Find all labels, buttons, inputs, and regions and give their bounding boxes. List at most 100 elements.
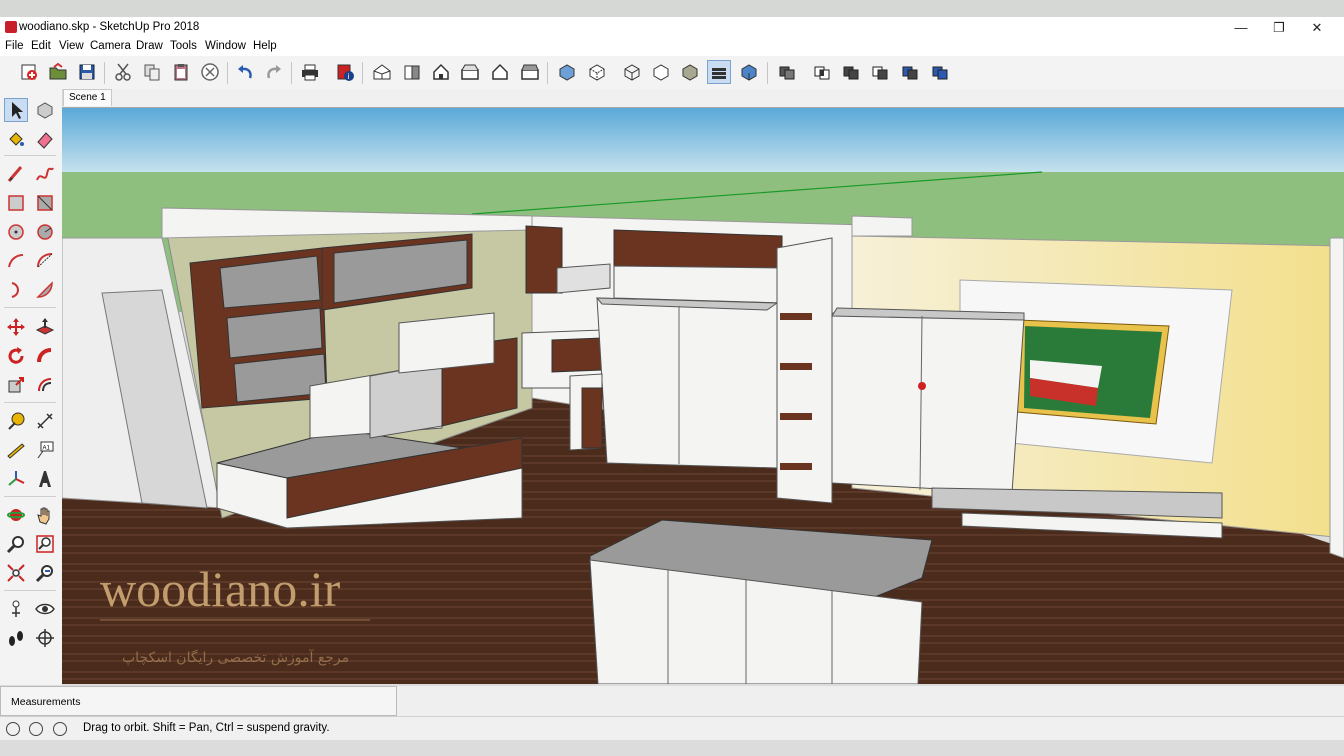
subtract-icon[interactable] [868, 60, 892, 84]
axes-icon[interactable] [4, 467, 28, 491]
outer-shell-icon[interactable] [775, 60, 799, 84]
push-pull-icon[interactable] [33, 315, 57, 339]
section-plane-icon[interactable] [33, 626, 57, 650]
model-info-icon[interactable]: i [333, 60, 357, 84]
trim-icon[interactable] [898, 60, 922, 84]
wireframe-icon[interactable] [620, 60, 644, 84]
union-icon[interactable] [839, 60, 863, 84]
menu-view[interactable]: View [59, 40, 84, 52]
two-point-arc-icon[interactable] [33, 249, 57, 273]
move-icon[interactable] [4, 315, 28, 339]
toolbar-separator [291, 62, 292, 84]
paint-bucket-icon[interactable] [4, 127, 28, 151]
zoom-window-icon[interactable] [33, 532, 57, 556]
menu-bar: File Edit View Camera Draw Tools Window … [0, 39, 1344, 56]
open-shelf [398, 312, 495, 374]
hidden-line-icon[interactable] [649, 60, 673, 84]
polygon-icon[interactable] [33, 220, 57, 244]
iso-view-icon[interactable] [370, 60, 394, 84]
cut-icon[interactable] [111, 60, 135, 84]
text-icon[interactable]: A1 [33, 438, 57, 462]
zoom-icon[interactable] [4, 532, 28, 556]
position-camera-icon[interactable] [4, 597, 28, 621]
make-component-icon[interactable] [33, 98, 57, 122]
open-icon[interactable] [46, 60, 70, 84]
pie-icon[interactable] [33, 278, 57, 302]
circle-icon[interactable] [4, 220, 28, 244]
front-view-icon[interactable] [429, 60, 453, 84]
restore-button[interactable]: ❐ [1262, 17, 1296, 39]
menu-draw[interactable]: Draw [136, 40, 163, 52]
watermark: woodiano.ir [100, 561, 341, 617]
redo-icon[interactable] [262, 60, 286, 84]
paste-icon[interactable] [169, 60, 193, 84]
window-title: woodiano.skp - SketchUp Pro 2018 [19, 21, 200, 33]
look-around-icon[interactable] [33, 597, 57, 621]
walk-icon[interactable] [4, 626, 28, 650]
orbit-icon[interactable] [4, 503, 28, 527]
right-view-icon[interactable] [458, 60, 482, 84]
undo-icon[interactable] [233, 60, 257, 84]
zoom-extents-icon[interactable] [4, 561, 28, 585]
three-point-arc-icon[interactable] [4, 278, 28, 302]
lower-back-drawers [551, 337, 603, 373]
menu-file[interactable]: File [5, 40, 24, 52]
toolbar-separator [227, 62, 228, 84]
split-icon[interactable] [928, 60, 952, 84]
geo-location-icon[interactable] [6, 722, 20, 736]
menu-help[interactable]: Help [253, 40, 277, 52]
toolbar-separator [767, 62, 768, 84]
shaded-icon[interactable] [678, 60, 702, 84]
follow-me-icon[interactable] [33, 344, 57, 368]
new-icon[interactable] [17, 60, 41, 84]
dimensions-icon[interactable] [33, 409, 57, 433]
toolbar-separator [104, 62, 105, 84]
menu-camera[interactable]: Camera [90, 40, 131, 52]
xray-icon[interactable] [555, 60, 579, 84]
arc-icon[interactable] [4, 249, 28, 273]
previous-view-icon[interactable] [33, 561, 57, 585]
wall-top-right [851, 215, 913, 237]
close-button[interactable]: ✕ [1300, 17, 1334, 39]
menu-tools[interactable]: Tools [170, 40, 197, 52]
user-icon[interactable] [53, 722, 67, 736]
rotate-icon[interactable] [4, 344, 28, 368]
scale-icon[interactable] [4, 373, 28, 397]
measurements-box[interactable]: Measurements [0, 686, 397, 716]
offset-icon[interactable] [33, 373, 57, 397]
tool-separator [4, 307, 56, 308]
menu-edit[interactable]: Edit [31, 40, 51, 52]
model-viewport[interactable]: woodiano.ir مرجع آموزش تخصصی رایگان اسکچ… [62, 107, 1344, 684]
protractor-icon[interactable] [4, 438, 28, 462]
select-icon[interactable] [4, 98, 28, 122]
rotated-rectangle-icon[interactable] [33, 191, 57, 215]
left-view-icon[interactable] [518, 60, 542, 84]
intersect-icon[interactable] [810, 60, 834, 84]
monochrome-icon[interactable] [737, 60, 761, 84]
tape-measure-icon[interactable] [4, 409, 28, 433]
shaded-textures-icon[interactable] [707, 60, 731, 84]
save-icon[interactable] [75, 60, 99, 84]
large-tool-set: A1 [0, 89, 63, 685]
menu-window[interactable]: Window [205, 40, 246, 52]
bottom-strip [0, 740, 1344, 756]
erase-icon[interactable] [198, 60, 222, 84]
credits-icon[interactable] [29, 722, 43, 736]
tool-separator [4, 590, 56, 591]
rectangle-icon[interactable] [4, 191, 28, 215]
eraser-icon[interactable] [33, 127, 57, 151]
line-icon[interactable] [4, 162, 28, 186]
side-panel-wood [581, 387, 603, 449]
tool-separator [4, 155, 56, 156]
3d-text-icon[interactable] [33, 467, 57, 491]
minimize-button[interactable]: — [1224, 17, 1258, 39]
wardrobe [831, 312, 1025, 494]
pan-icon[interactable] [33, 503, 57, 527]
print-icon[interactable] [298, 60, 322, 84]
copy-icon[interactable] [140, 60, 164, 84]
tab-scene-1[interactable]: Scene 1 [63, 89, 112, 106]
back-edges-icon[interactable] [585, 60, 609, 84]
freehand-icon[interactable] [33, 162, 57, 186]
top-view-icon[interactable] [400, 60, 424, 84]
back-view-icon[interactable] [488, 60, 512, 84]
